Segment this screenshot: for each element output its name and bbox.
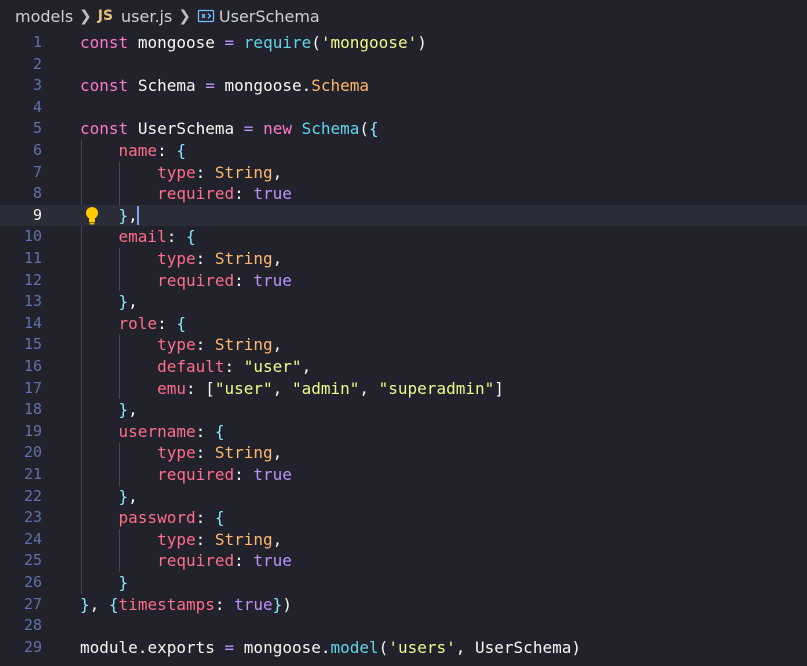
line-number: 25 <box>23 551 42 570</box>
chevron-right-icon: ❯ <box>79 7 92 25</box>
line-number: 9 <box>32 205 42 224</box>
line-number: 24 <box>23 529 42 548</box>
code-line[interactable]: 10 email: { <box>0 226 807 248</box>
code-text[interactable]: role: { <box>80 313 186 335</box>
line-number: 6 <box>32 141 42 159</box>
line-number: 19 <box>23 421 42 440</box>
breadcrumb-symbol[interactable]: UserSchema <box>219 7 320 26</box>
code-line[interactable]: 19 username: { <box>0 421 807 443</box>
code-text[interactable]: type: String, <box>80 529 282 551</box>
code-text[interactable]: required: true <box>80 270 292 292</box>
line-number: 17 <box>23 378 42 397</box>
code-line[interactable]: 24 type: String, <box>0 529 807 551</box>
code-text[interactable]: }, <box>80 291 138 313</box>
line-number: 21 <box>23 465 42 483</box>
code-line[interactable]: 9 }, <box>0 204 807 227</box>
code-text[interactable]: module.exports = mongoose.model('users',… <box>80 637 581 659</box>
line-number: 7 <box>32 162 42 181</box>
code-line[interactable]: 13 }, <box>0 291 807 313</box>
code-text[interactable]: default: "user", <box>80 356 311 378</box>
line-number: 27 <box>23 594 42 613</box>
chevron-right-icon: ❯ <box>178 7 191 25</box>
line-number: 26 <box>23 573 42 591</box>
line-number: 23 <box>23 508 42 527</box>
variable-symbol-icon <box>197 9 215 23</box>
line-number: 1 <box>32 33 42 51</box>
code-line[interactable]: 22 }, <box>0 486 807 508</box>
code-text[interactable]: const Schema = mongoose.Schema <box>80 75 369 97</box>
line-number: 20 <box>23 443 42 462</box>
line-number: 12 <box>23 270 42 289</box>
code-line[interactable]: 23 password: { <box>0 507 807 529</box>
code-text[interactable]: type: String, <box>80 442 282 464</box>
line-number: 15 <box>23 335 42 354</box>
code-text[interactable]: const UserSchema = new Schema({ <box>80 118 379 140</box>
code-line[interactable]: 12 required: true <box>0 270 807 292</box>
code-text[interactable]: required: true <box>80 464 292 486</box>
text-cursor <box>137 205 139 225</box>
code-line[interactable]: 7 type: String, <box>0 162 807 184</box>
breadcrumb: models ❯ JS user.js ❯ UserSchema <box>0 0 807 32</box>
code-text[interactable]: name: { <box>80 140 186 162</box>
line-number: 5 <box>32 119 42 138</box>
line-number: 8 <box>32 184 42 203</box>
code-text[interactable]: emu: ["user", "admin", "superadmin"] <box>80 378 504 400</box>
code-text[interactable]: }, <box>80 399 138 421</box>
code-line[interactable]: 5 const UserSchema = new Schema({ <box>0 118 807 140</box>
code-line[interactable]: 15 type: String, <box>0 334 807 356</box>
code-line[interactable]: 11 type: String, <box>0 248 807 270</box>
code-line[interactable]: 20 type: String, <box>0 442 807 464</box>
code-text[interactable]: username: { <box>80 421 225 443</box>
code-text[interactable]: type: String, <box>80 162 282 184</box>
code-line[interactable]: 3 const Schema = mongoose.Schema <box>0 75 807 97</box>
line-number: 10 <box>23 227 42 246</box>
code-line[interactable]: 2 <box>0 54 807 76</box>
line-number: 29 <box>23 637 42 656</box>
code-line[interactable]: 29 module.exports = mongoose.model('users… <box>0 637 807 659</box>
code-text[interactable]: type: String, <box>80 334 282 356</box>
code-text[interactable]: type: String, <box>80 248 282 270</box>
code-editor[interactable]: 1 const mongoose = require('mongoose') 2 3 c… <box>0 32 807 666</box>
code-line[interactable]: 17 emu: ["user", "admin", "superadmin"] <box>0 378 807 400</box>
code-text[interactable]: password: { <box>80 507 225 529</box>
line-number: 18 <box>23 400 42 419</box>
code-line[interactable]: 27 }, {timestamps: true}) <box>0 594 807 616</box>
code-text[interactable]: }, {timestamps: true}) <box>80 594 292 616</box>
code-text[interactable]: required: true <box>80 550 292 572</box>
line-number: 2 <box>32 54 42 73</box>
code-line[interactable]: 18 }, <box>0 399 807 421</box>
line-number: 3 <box>32 76 42 95</box>
code-text[interactable]: }, <box>80 486 138 508</box>
line-number: 28 <box>23 616 42 635</box>
code-text[interactable]: } <box>80 572 129 594</box>
code-line[interactable]: 25 required: true <box>0 550 807 572</box>
code-text[interactable]: email: { <box>80 226 196 248</box>
javascript-file-icon: JS <box>97 8 114 24</box>
code-line[interactable]: 14 role: { <box>0 313 807 335</box>
breadcrumb-folder[interactable]: models <box>15 7 73 26</box>
code-line[interactable]: 16 default: "user", <box>0 356 807 378</box>
code-line[interactable]: 21 required: true <box>0 464 807 486</box>
code-line[interactable]: 26 } <box>0 572 807 594</box>
code-line[interactable]: 6 name: { <box>0 140 807 162</box>
breadcrumb-file[interactable]: user.js <box>121 7 172 26</box>
line-number: 11 <box>23 249 42 267</box>
line-number: 22 <box>23 486 42 505</box>
lightbulb-icon[interactable] <box>84 206 100 226</box>
code-line[interactable]: 4 <box>0 97 807 119</box>
code-line[interactable]: 28 <box>0 615 807 637</box>
line-number: 13 <box>23 292 42 311</box>
code-text[interactable]: const mongoose = require('mongoose') <box>80 32 427 54</box>
code-line[interactable]: 1 const mongoose = require('mongoose') <box>0 32 807 54</box>
code-line[interactable]: 8 required: true <box>0 183 807 205</box>
line-number: 14 <box>23 313 42 332</box>
line-number: 4 <box>32 97 42 116</box>
code-text[interactable]: required: true <box>80 183 292 205</box>
line-number: 16 <box>23 357 42 375</box>
